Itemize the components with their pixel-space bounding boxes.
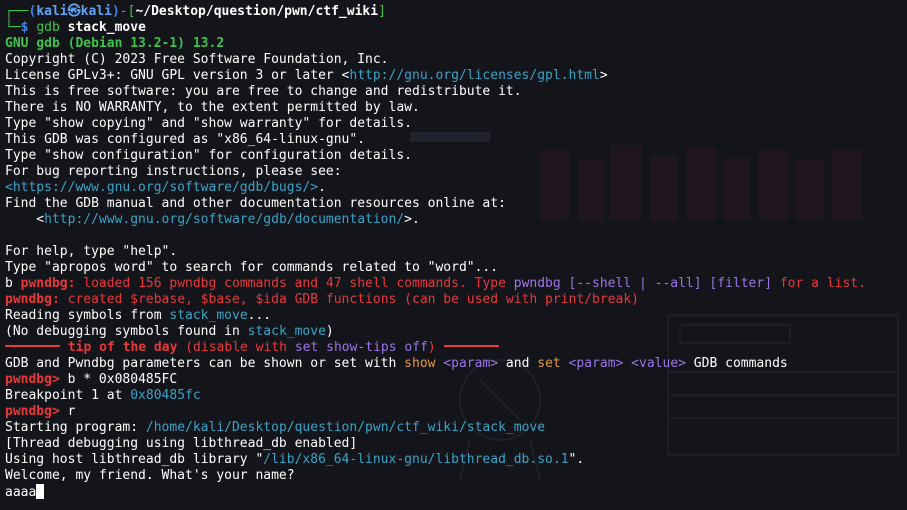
- break-command-line: pwndbg> b * 0x080485FC: [5, 372, 907, 388]
- pwndbg-prompt: pwndbg>: [5, 372, 60, 387]
- thread-debug-line: [Thread debugging using libthread_db ena…: [5, 436, 358, 451]
- prompt-host: kali: [80, 4, 112, 19]
- prompt-corner-top: ┌──: [5, 4, 29, 19]
- license-suffix: >: [599, 68, 608, 83]
- documentation-link[interactable]: http://www.gnu.org/software/gdb/document…: [44, 212, 404, 227]
- prompt-dollar: $: [20, 20, 29, 35]
- prompt-cwd: ~/Desktop/question/pwn/ctf_wiki: [135, 4, 379, 19]
- run-cmd: r: [59, 404, 76, 419]
- prompt-at-symbol: ㉿: [67, 4, 81, 19]
- starting-program-line: Starting program: /home/kali/Desktop/que…: [5, 420, 907, 436]
- gdb-help: For help, type "help".: [5, 244, 178, 259]
- pwndbg-loaded-line: b pwndbg: loaded 156 pwndbg commands and…: [5, 276, 907, 292]
- nodebug-prefix: (No debugging symbols found in: [5, 324, 248, 339]
- params-and: and: [498, 356, 538, 371]
- params-set: set: [537, 356, 561, 371]
- tip-left-rule: [5, 345, 60, 347]
- using-host-prefix: Using host libthread_db library ": [5, 452, 264, 467]
- no-debug-symbols-line: (No debugging symbols found in stack_mov…: [5, 324, 907, 340]
- tip-of-the-day-line: tip of the day (disable with set show-ti…: [5, 340, 907, 356]
- params-value: <value>: [623, 356, 686, 371]
- tip-title: tip of the day: [60, 340, 186, 355]
- reading-prefix: Reading symbols from: [5, 308, 170, 323]
- pwndbg-prefix: pwndbg:: [20, 276, 76, 291]
- typed-input[interactable]: aaaa: [5, 485, 36, 500]
- params-param2: <param>: [560, 356, 624, 371]
- prompt-corner-bottom: └─: [5, 20, 21, 35]
- break-cmd: b * 0x080485FC: [59, 372, 178, 387]
- tip-right-rule: [443, 345, 499, 347]
- gdb-apropos: Type "apropos word" to search for comman…: [5, 260, 499, 275]
- pwndbg-created-line: pwndbg: created $rebase, $base, $ida GDB…: [5, 292, 907, 308]
- tip-cmd-set: set: [294, 340, 319, 355]
- tip-open: (disable with: [185, 340, 295, 355]
- starting-path: /home/kali/Desktop/question/pwn/ctf_wiki…: [145, 420, 546, 435]
- bugs-suffix: .: [318, 180, 326, 195]
- welcome-line: Welcome, my friend. What's your name?: [5, 468, 295, 483]
- loaded-text: loaded 156 pwndbg commands and 47 shell …: [75, 276, 514, 291]
- prompt-dash-bracket: -[: [119, 4, 136, 19]
- pwndbg-prompt: pwndbg>: [5, 404, 60, 419]
- nodebug-file: stack_move: [247, 324, 326, 339]
- created-text: created $rebase, $base, $ida GDB functio…: [59, 292, 639, 307]
- params-tip-line: GDB and Pwndbg parameters can be shown o…: [5, 356, 907, 372]
- shell-prompt-command-line: └─$ gdb stack_move: [5, 20, 907, 36]
- gdb-doc-url-line: <http://www.gnu.org/software/gdb/documen…: [5, 212, 907, 228]
- breakpoint-set-line: Breakpoint 1 at 0x80485fc: [5, 388, 907, 404]
- using-host-suffix: ".: [568, 452, 585, 467]
- tip-close: ): [427, 340, 444, 355]
- doc-prefix: <: [5, 212, 45, 227]
- pwndbg-prefix: pwndbg:: [5, 292, 60, 307]
- shell-prompt-header: ┌──(kali㉿kali)-[~/Desktop/question/pwn/c…: [5, 4, 907, 20]
- bugs-link[interactable]: <https://www.gnu.org/software/gdb/bugs/>: [5, 180, 318, 195]
- prompt-user: kali: [36, 4, 68, 19]
- license-link[interactable]: http://gnu.org/licenses/gpl.html: [349, 68, 599, 83]
- license-prefix: License GPLv3+: GNU GPL version 3 or lat…: [5, 68, 350, 83]
- loaded-cmd: pwndbg [--shell | --all] [filter]: [513, 276, 773, 291]
- terminal-output[interactable]: ┌──(kali㉿kali)-[~/Desktop/question/pwn/c…: [5, 4, 907, 500]
- starting-prefix: Starting program:: [5, 420, 146, 435]
- prompt-bracket-close: ]: [378, 4, 386, 19]
- gdb-show-configuration: Type "show configuration" for configurat…: [5, 148, 412, 163]
- params-suffix: GDB commands: [685, 356, 788, 371]
- gdb-configured-as: This GDB was configured as "x86_64-linux…: [5, 132, 366, 147]
- input-line[interactable]: aaaa: [5, 484, 907, 500]
- breakpoint-prefix: Breakpoint 1 at: [5, 388, 131, 403]
- nodebug-suffix: ): [325, 324, 334, 339]
- text-cursor: [36, 484, 45, 499]
- gdb-free-software: This is free software: you are free to c…: [5, 84, 522, 99]
- gdb-license-line: License GPLv3+: GNU GPL version 3 or lat…: [5, 68, 907, 84]
- params-show: show: [404, 356, 436, 371]
- doc-suffix: >.: [404, 212, 420, 227]
- b-char: b: [5, 276, 21, 291]
- gdb-find-manual: Find the GDB manual and other documentat…: [5, 196, 506, 211]
- params-param1: <param>: [435, 356, 499, 371]
- reading-suffix: ...: [247, 308, 272, 323]
- gdb-copyright: Copyright (C) 2023 Free Software Foundat…: [5, 52, 389, 67]
- gdb-show-copying: Type "show copying" and "show warranty" …: [5, 116, 412, 131]
- using-host-line: Using host libthread_db library "/lib/x8…: [5, 452, 907, 468]
- gdb-bugs-url-line: <https://www.gnu.org/software/gdb/bugs/>…: [5, 180, 907, 196]
- run-command-line: pwndbg> r: [5, 404, 907, 420]
- breakpoint-addr: 0x80485fc: [130, 388, 201, 403]
- loaded-suffix: for a list.: [772, 276, 866, 291]
- gdb-bug-reporting: For bug reporting instructions, please s…: [5, 164, 342, 179]
- reading-file: stack_move: [169, 308, 248, 323]
- prompt-close-paren: ): [111, 4, 120, 19]
- gdb-banner: GNU gdb (Debian 13.2-1) 13.2: [5, 36, 225, 51]
- params-prefix: GDB and Pwndbg parameters can be shown o…: [5, 356, 405, 371]
- gdb-no-warranty: There is NO WARRANTY, to the extent perm…: [5, 100, 420, 115]
- using-host-path: /lib/x86_64-linux-gnu/libthread_db.so.1: [263, 452, 569, 467]
- command-name: gdb: [36, 20, 60, 35]
- tip-cmd-rest: show-tips off: [318, 340, 428, 355]
- command-arg: stack_move: [67, 20, 146, 35]
- reading-symbols-line: Reading symbols from stack_move...: [5, 308, 907, 324]
